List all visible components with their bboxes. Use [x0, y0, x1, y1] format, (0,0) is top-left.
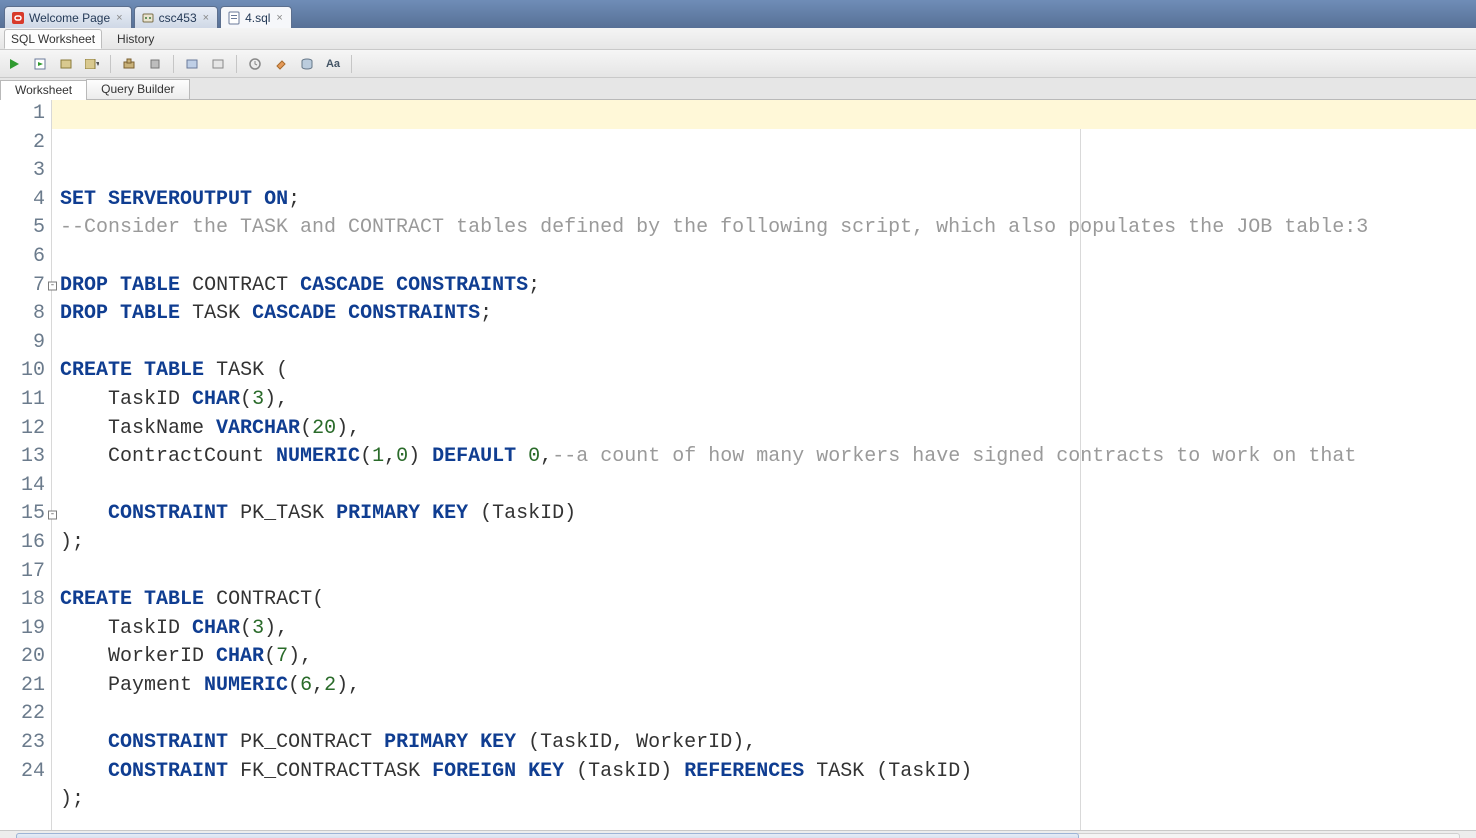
explain-plan-button[interactable] [56, 54, 76, 74]
code-line[interactable]: TaskID CHAR(3), [60, 386, 1476, 415]
toolbar-separator [351, 55, 352, 73]
line-number: 16 [6, 529, 45, 558]
inner-tabs: Worksheet Query Builder [0, 78, 1476, 100]
code-line[interactable]: DROP TABLE TASK CASCADE CONSTRAINTS; [60, 300, 1476, 329]
rollback-button[interactable] [145, 54, 165, 74]
subtab-history[interactable]: History [110, 29, 161, 49]
autotrace-dropdown[interactable] [82, 54, 102, 74]
code-line[interactable]: --Consider the TASK and CONTRACT tables … [60, 214, 1476, 243]
line-number: 4 [6, 186, 45, 215]
line-number: 9 [6, 329, 45, 358]
code-line[interactable] [60, 558, 1476, 587]
code-line[interactable]: CONSTRAINT FK_CONTRACTTASK FOREIGN KEY (… [60, 758, 1476, 787]
line-number: 2 [6, 129, 45, 158]
db-button[interactable] [297, 54, 317, 74]
code-line[interactable] [60, 472, 1476, 501]
connection-icon [141, 11, 155, 25]
toolbar-separator [110, 55, 111, 73]
unshared-worksheet-button[interactable] [182, 54, 202, 74]
scrollbar-thumb[interactable] [16, 833, 1079, 838]
code-line[interactable]: CONSTRAINT PK_TASK PRIMARY KEY (TaskID) [60, 500, 1476, 529]
code-editor[interactable]: 1234567-89101112131415-16171819202122232… [0, 100, 1476, 830]
code-area[interactable]: SET SERVEROUTPUT ON;--Consider the TASK … [52, 100, 1476, 830]
line-number: 24 [6, 758, 45, 787]
code-line[interactable] [60, 243, 1476, 272]
tab-label: csc453 [159, 11, 197, 25]
run-script-button[interactable] [30, 54, 50, 74]
toolbar-separator [236, 55, 237, 73]
commit-button[interactable] [119, 54, 139, 74]
sql-history-button[interactable] [245, 54, 265, 74]
code-line[interactable]: TaskID CHAR(3), [60, 615, 1476, 644]
code-line[interactable]: SET SERVEROUTPUT ON; [60, 186, 1476, 215]
tab-label: Welcome Page [29, 11, 110, 25]
subtab-sql-worksheet[interactable]: SQL Worksheet [4, 29, 102, 49]
code-line[interactable]: Payment NUMERIC(6,2), [60, 672, 1476, 701]
line-number: 19 [6, 615, 45, 644]
line-number: 13 [6, 443, 45, 472]
line-number: 7- [6, 272, 45, 301]
line-number: 23 [6, 729, 45, 758]
line-number: 21 [6, 672, 45, 701]
toolbar-separator [173, 55, 174, 73]
tab-worksheet[interactable]: Worksheet [0, 80, 87, 100]
code-line[interactable]: WorkerID CHAR(7), [60, 643, 1476, 672]
tab-csc453[interactable]: csc453 × [134, 6, 218, 28]
tab-query-builder[interactable]: Query Builder [86, 79, 189, 99]
code-line[interactable]: ); [60, 529, 1476, 558]
line-number: 17 [6, 558, 45, 587]
current-line-highlight [52, 100, 1476, 129]
line-number: 18 [6, 586, 45, 615]
code-line[interactable]: TaskName VARCHAR(20), [60, 415, 1476, 444]
code-line[interactable] [60, 329, 1476, 358]
run-statement-button[interactable] [4, 54, 24, 74]
line-number: 14 [6, 472, 45, 501]
line-number: 22 [6, 700, 45, 729]
worksheet-subtabs: SQL Worksheet History [0, 28, 1476, 50]
close-icon[interactable]: × [201, 12, 211, 24]
line-number: 3 [6, 157, 45, 186]
line-number: 10 [6, 357, 45, 386]
code-line[interactable]: ContractCount NUMERIC(1,0) DEFAULT 0,--a… [60, 443, 1476, 472]
code-line[interactable]: CREATE TABLE TASK ( [60, 357, 1476, 386]
line-number: 8 [6, 300, 45, 329]
line-number: 5 [6, 214, 45, 243]
code-line[interactable] [60, 700, 1476, 729]
line-number: 12 [6, 415, 45, 444]
line-number: 15- [6, 500, 45, 529]
tab-welcome-page[interactable]: Welcome Page × [4, 6, 132, 28]
close-icon[interactable]: × [274, 12, 284, 24]
clear-button[interactable] [208, 54, 228, 74]
horizontal-scrollbar[interactable] [0, 830, 1476, 838]
line-number: 1 [6, 100, 45, 129]
code-line[interactable] [60, 815, 1476, 830]
close-icon[interactable]: × [114, 12, 124, 24]
line-number: 11 [6, 386, 45, 415]
line-number: 20 [6, 643, 45, 672]
sql-toolbar: Aa [0, 50, 1476, 78]
code-line[interactable]: CONSTRAINT PK_CONTRACT PRIMARY KEY (Task… [60, 729, 1476, 758]
line-number: 6 [6, 243, 45, 272]
case-button[interactable]: Aa [323, 54, 343, 74]
tab-4sql[interactable]: 4.sql × [220, 6, 292, 28]
erase-button[interactable] [271, 54, 291, 74]
oracle-icon [11, 11, 25, 25]
code-line[interactable]: DROP TABLE CONTRACT CASCADE CONSTRAINTS; [60, 272, 1476, 301]
tab-label: 4.sql [245, 11, 270, 25]
line-number-gutter: 1234567-89101112131415-16171819202122232… [0, 100, 52, 830]
document-tabstrip: Welcome Page × csc453 × 4.sql × [0, 0, 1476, 28]
code-line[interactable]: CREATE TABLE CONTRACT( [60, 586, 1476, 615]
sql-file-icon [227, 11, 241, 25]
code-line[interactable]: ); [60, 786, 1476, 815]
